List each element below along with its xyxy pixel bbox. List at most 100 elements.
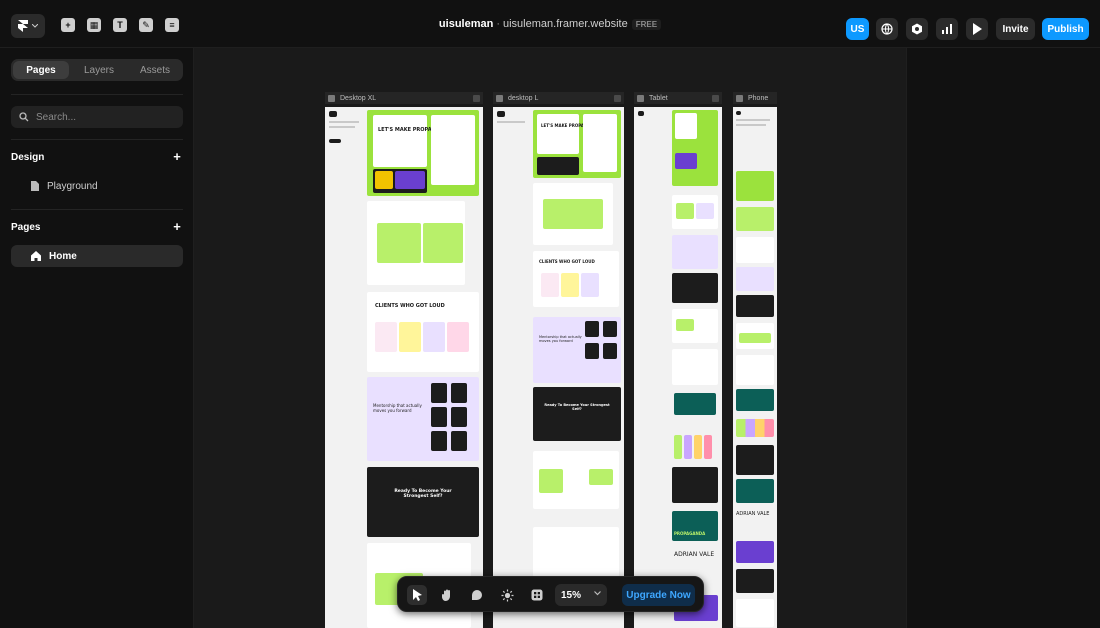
- search-box[interactable]: [11, 106, 183, 128]
- preview-hero-card: [675, 113, 697, 139]
- frame-phone[interactable]: ADRIAN VALE: [733, 107, 777, 628]
- search-icon: [19, 112, 29, 122]
- preview-green-card: [377, 223, 421, 263]
- preview-brand-section: [736, 479, 774, 503]
- file-icon: [31, 181, 39, 191]
- preview-photo: [585, 343, 599, 359]
- preview-play-icon[interactable]: [966, 18, 988, 40]
- preview-menu-card: [583, 114, 617, 172]
- divider: [11, 139, 183, 140]
- preview-cta-section: [672, 273, 718, 303]
- preview-brand-section: [672, 511, 718, 541]
- play-icon[interactable]: [328, 94, 335, 102]
- zoom-value: 15%: [561, 589, 582, 601]
- project-name: uisuleman: [438, 18, 494, 30]
- globe-icon[interactable]: [876, 18, 898, 40]
- search-input[interactable]: [36, 111, 176, 123]
- frame-desktop-l[interactable]: LET'S MAKE PROPAGANDA CLIENTS WHO GOT LO…: [493, 107, 624, 628]
- breakpoint-label-tablet[interactable]: Tablet: [634, 92, 722, 104]
- preview-text-line: [329, 121, 359, 123]
- play-icon[interactable]: [736, 94, 743, 102]
- preview-photo: [603, 343, 617, 359]
- canvas[interactable]: Desktop XL desktop L Tablet Phone LET'S …: [194, 48, 906, 628]
- project-title[interactable]: uisuleman · uisuleman.framer.website FREE: [0, 18, 1100, 30]
- breakpoint-name: Tablet: [649, 94, 668, 102]
- theme-sun-icon[interactable]: [497, 585, 517, 605]
- zoom-control[interactable]: 15%: [555, 584, 607, 606]
- settings-icon[interactable]: [906, 18, 928, 40]
- preview-cta-title: Ready To Become Your Strongest Self?: [394, 489, 452, 499]
- divider: [11, 94, 183, 95]
- preview-name-title: ADRIAN VALE: [736, 511, 770, 517]
- preview-section: [736, 355, 774, 385]
- breakpoint-label-phone[interactable]: Phone: [733, 92, 777, 104]
- play-icon[interactable]: [637, 94, 644, 102]
- preview-green-card: [736, 207, 774, 231]
- invite-button[interactable]: Invite: [996, 18, 1035, 40]
- preview-dark-section: [672, 467, 718, 503]
- preview-text-line: [736, 119, 770, 121]
- preview-photo: [451, 431, 467, 451]
- preview-menu-card: [431, 115, 475, 185]
- user-avatar[interactable]: US: [846, 18, 869, 40]
- add-breakpoint-icon[interactable]: [712, 94, 719, 102]
- preview-cta-section: [736, 295, 774, 317]
- preview-text-line: [736, 124, 766, 126]
- preview-hero-section: [736, 171, 774, 201]
- play-icon[interactable]: [496, 94, 503, 102]
- preview-photo: [431, 383, 447, 403]
- preview-clients-title: CLIENTS WHO GOT LOUD: [375, 303, 445, 309]
- add-breakpoint-icon[interactable]: [473, 94, 480, 102]
- title-separator: ·: [496, 18, 500, 30]
- breakpoint-name: desktop L: [508, 94, 539, 102]
- tab-pages[interactable]: Pages: [13, 61, 69, 79]
- plan-badge: FREE: [631, 19, 662, 30]
- preview-photo: [431, 407, 447, 427]
- breakpoint-label-desktop-l[interactable]: desktop L: [493, 92, 624, 104]
- add-design-icon[interactable]: +: [172, 150, 182, 163]
- preview-logo: [736, 111, 741, 115]
- analytics-icon[interactable]: [936, 18, 958, 40]
- preview-name-title: ADRIAN VALE: [674, 551, 715, 558]
- tab-assets[interactable]: Assets: [127, 59, 183, 81]
- preview-green-card: [739, 333, 771, 343]
- frame-tablet[interactable]: PROPAGANDA ADRIAN VALE: [634, 107, 722, 628]
- frame-desktop-xl[interactable]: LET'S MAKE PROPAGANDA CLIENTS WHO GOT LO…: [325, 107, 483, 628]
- select-arrow-icon[interactable]: [407, 585, 427, 605]
- preview-cta-section: [533, 387, 621, 441]
- preview-green-card: [539, 469, 563, 493]
- upgrade-now-button[interactable]: Upgrade Now: [622, 584, 695, 606]
- bottom-toolbar: 15% Upgrade Now: [397, 576, 704, 612]
- add-page-icon[interactable]: +: [172, 220, 182, 233]
- preview-swatch: [694, 435, 702, 459]
- design-item-playground[interactable]: Playground: [11, 175, 183, 197]
- home-icon: [31, 251, 41, 261]
- right-panel: [906, 48, 1100, 628]
- preview-dark-section: [736, 445, 774, 475]
- page-item-home[interactable]: Home: [11, 245, 183, 267]
- tab-layers[interactable]: Layers: [71, 59, 127, 81]
- preview-swatch: [674, 435, 682, 459]
- preview-mentorship-section: [672, 235, 718, 269]
- comment-icon[interactable]: [467, 585, 487, 605]
- preview-hero-card: [373, 115, 427, 167]
- preview-clients-title: CLIENTS WHO GOT LOUD: [539, 259, 595, 264]
- preview-client-card: [581, 273, 599, 297]
- preview-client-card: [561, 273, 579, 297]
- divider: [11, 209, 183, 210]
- preview-hero-card: [537, 114, 579, 154]
- hand-icon[interactable]: [437, 585, 457, 605]
- components-icon[interactable]: [527, 585, 547, 605]
- breakpoint-label-desktop-xl[interactable]: Desktop XL: [325, 92, 483, 104]
- preview-photo: [451, 407, 467, 427]
- pages-section-title: Pages: [11, 222, 41, 233]
- preview-photo: [603, 321, 617, 337]
- add-breakpoint-icon[interactable]: [614, 94, 621, 102]
- preview-photo: [451, 383, 467, 403]
- top-bar: + ▦ T ✎ ≡ uisuleman · uisuleman.framer.web…: [0, 4, 1100, 48]
- preview-section: [736, 599, 774, 627]
- publish-button[interactable]: Publish: [1042, 18, 1089, 40]
- panel-tabs: Pages Layers Assets: [11, 59, 183, 81]
- preview-logo: [638, 111, 644, 116]
- preview-work-image: [395, 171, 425, 189]
